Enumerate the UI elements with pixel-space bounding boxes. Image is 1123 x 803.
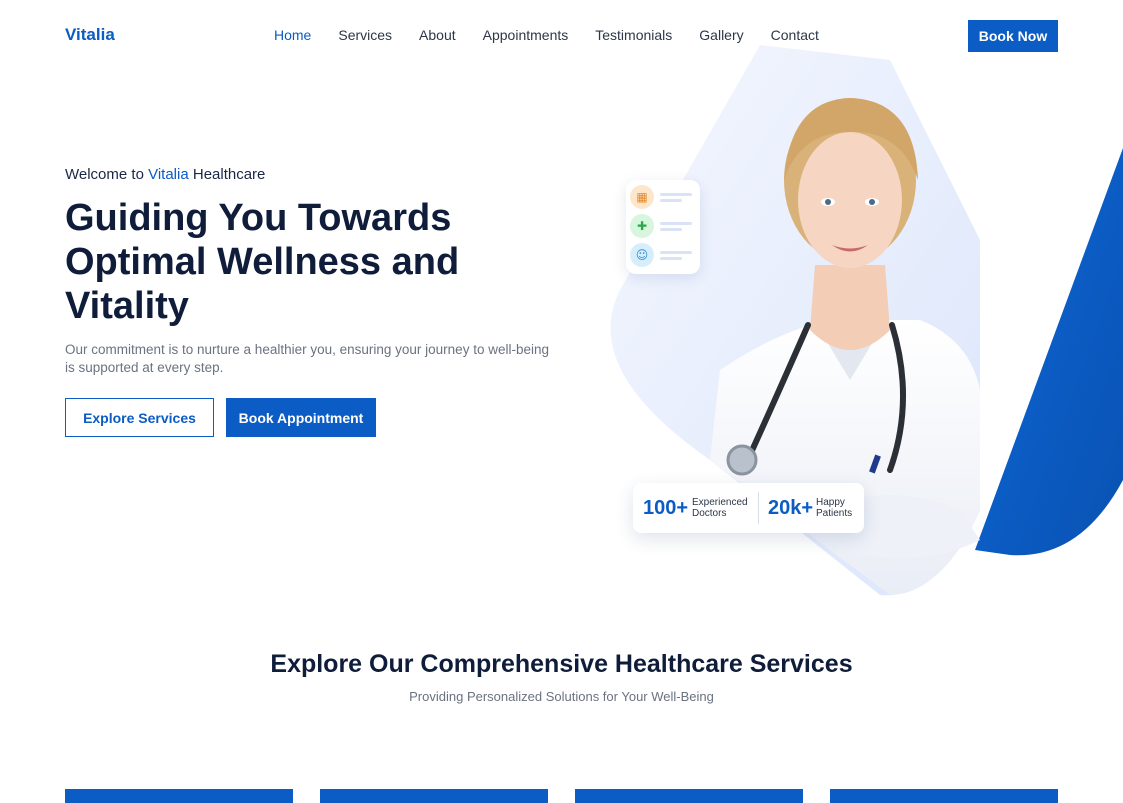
welcome-prefix: Welcome to — [65, 166, 144, 183]
services-title: Explore Our Comprehensive Healthcare Ser… — [270, 650, 853, 678]
hero-title: Guiding You Towards Optimal Wellness and… — [65, 197, 460, 327]
medical-kit-icon: ✚ — [630, 214, 654, 238]
mini-row-calendar: ▦ — [630, 184, 696, 210]
stat-patients-label: Happy Patients — [816, 497, 853, 519]
stats-divider — [758, 492, 759, 524]
hero-subtitle: Our commitment is to nurture a healthier… — [65, 342, 549, 375]
nav-item-about[interactable]: About — [419, 27, 456, 43]
nav-item-appointments[interactable]: Appointments — [483, 27, 569, 43]
service-card[interactable] — [320, 789, 548, 803]
stat-doctors-value: 100+ — [643, 497, 689, 519]
service-card[interactable] — [65, 789, 293, 803]
calendar-icon: ▦ — [630, 185, 654, 209]
explore-services-button[interactable]: Explore Services — [65, 398, 214, 437]
feature-mini-card: ▦ ✚ ☺ — [626, 180, 700, 274]
nav-item-home[interactable]: Home — [274, 27, 311, 43]
welcome-suffix: Healthcare — [192, 166, 266, 183]
hero-welcome: Welcome to Vitalia Healthcare — [65, 166, 265, 183]
stats-card: 100+ Experienced Doctors 20k+ Happy Pati… — [633, 483, 864, 533]
service-card[interactable] — [575, 789, 803, 803]
mini-row-smile: ☺ — [630, 242, 696, 268]
stat-patients-value: 20k+ — [768, 497, 814, 519]
hero-blue-band — [975, 148, 1123, 556]
service-card[interactable] — [830, 789, 1058, 803]
welcome-highlight: Vitalia — [148, 166, 189, 183]
book-appointment-button[interactable]: Book Appointment — [226, 398, 376, 437]
brand-logo[interactable]: Vitalia — [65, 25, 115, 45]
stat-doctors-label: Experienced Doctors — [692, 497, 748, 519]
mini-row-medical: ✚ — [630, 213, 696, 239]
smile-icon: ☺ — [630, 243, 654, 267]
nav-item-services[interactable]: Services — [338, 27, 392, 43]
services-subtitle: Providing Personalized Solutions for You… — [409, 689, 714, 704]
